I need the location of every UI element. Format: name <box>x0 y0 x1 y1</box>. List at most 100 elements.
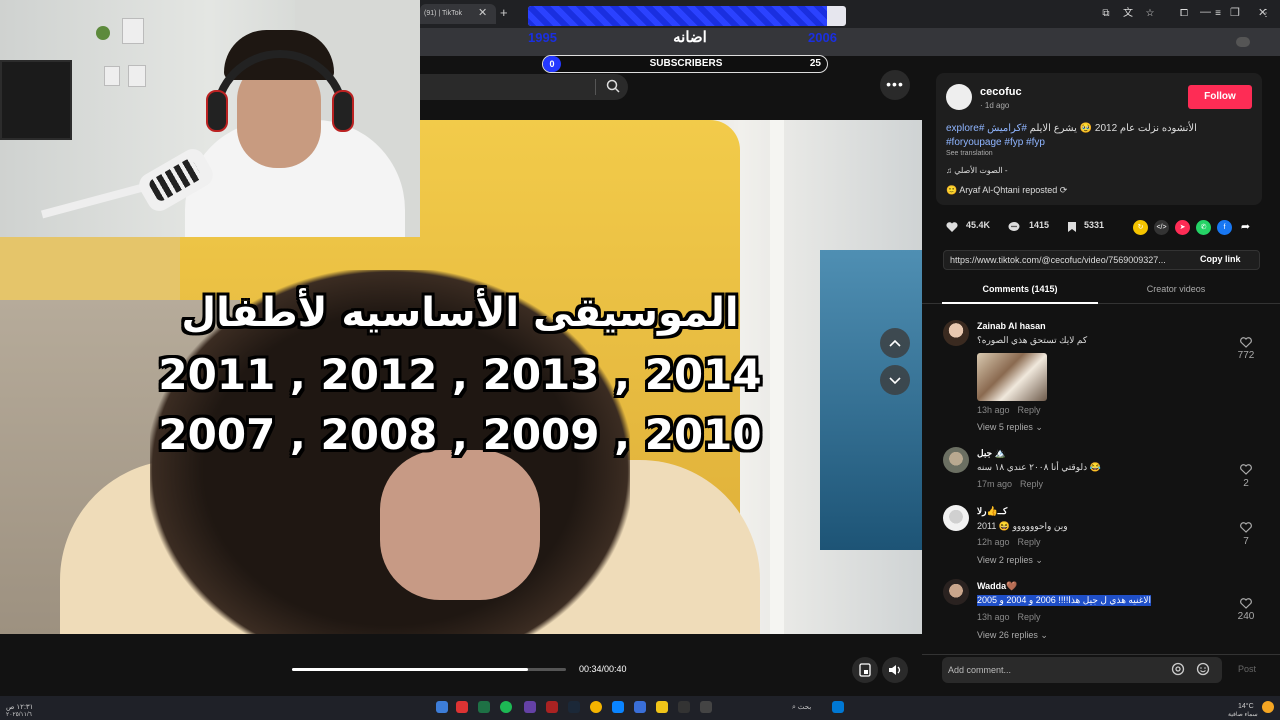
comment-text: الاغنيه هذي ل جيل هذا!!!! 2006 و 2004 و … <box>977 595 1152 606</box>
app-icon[interactable] <box>700 701 712 713</box>
comment-avatar[interactable] <box>943 447 969 473</box>
subscriber-goal: 25 <box>809 58 821 69</box>
webcam-frame <box>122 18 144 44</box>
facebook-icon[interactable]: f <box>1217 220 1232 235</box>
extensions-icon[interactable]: ⧠ <box>1178 8 1190 20</box>
repost-icon: ⟳ <box>1059 185 1068 195</box>
comment-like-count: 772 <box>1237 350 1255 361</box>
view-replies-label: View 26 replies <box>977 630 1038 640</box>
comment-heart-icon[interactable] <box>1240 464 1252 475</box>
saves-count: 5331 <box>1084 220 1105 230</box>
app-icon[interactable] <box>436 701 448 713</box>
reply-button[interactable]: Reply <box>1020 479 1043 489</box>
next-video-button[interactable] <box>880 365 910 395</box>
comment-username[interactable]: Wadda🤎 <box>977 581 1017 592</box>
video-progress-bar[interactable] <box>292 668 566 671</box>
screen: (91) | TikTok ✕ + — ❐ ✕ ⧉ 文 ☆ ⧠ ≡ ⋮ ••• … <box>0 0 1280 720</box>
app-icon[interactable] <box>546 701 558 713</box>
volume-icon <box>889 665 901 675</box>
comment-text: دلوقتي أنا ٢٠٠٨ عندي ١٨ سنه 😂 <box>977 462 1101 472</box>
taskbar-clock[interactable]: ١٢:٣١ ص <box>6 703 33 711</box>
app-icon[interactable] <box>634 701 646 713</box>
picture-in-picture-button[interactable] <box>852 657 878 683</box>
comment-username[interactable]: كــ👍رلا <box>977 506 1007 517</box>
comment-username[interactable]: جبل 🏔️ <box>977 448 1006 459</box>
follow-button[interactable]: Follow <box>1188 85 1252 109</box>
post-comment-button[interactable]: Post <box>1238 664 1256 674</box>
tab-creator-videos[interactable]: Creator videos <box>1098 284 1254 294</box>
app-icon[interactable] <box>678 701 690 713</box>
tab-active-indicator <box>942 302 1098 304</box>
more-options-button[interactable]: ••• <box>880 70 910 100</box>
send-icon[interactable]: ➤ <box>1175 220 1190 235</box>
view-replies[interactable]: View 26 replies ⌄ <box>977 630 1048 641</box>
comment-avatar[interactable] <box>943 320 969 346</box>
embed-icon[interactable]: </> <box>1154 220 1169 235</box>
spotify-icon[interactable] <box>500 701 512 713</box>
video-link[interactable]: https://www.tiktok.com/@cecofuc/video/75… <box>950 255 1188 265</box>
taskbar-date: ٢٠٢٥/١١/٦ <box>6 712 32 718</box>
windows-start-icon[interactable] <box>832 701 844 713</box>
minimize-icon[interactable]: — <box>1200 6 1211 18</box>
comment-avatar[interactable] <box>943 505 969 531</box>
player-controls <box>0 634 922 696</box>
share-arrow-icon[interactable]: ➦ <box>1238 220 1253 235</box>
creator-username[interactable]: cecofuc <box>980 86 1022 98</box>
heart-icon[interactable] <box>946 221 958 233</box>
file-explorer-icon[interactable] <box>656 701 668 713</box>
webcam-frame <box>128 65 146 87</box>
pip-icon <box>859 663 871 677</box>
media-icon[interactable]: ≡ <box>1212 8 1224 20</box>
app-icon[interactable] <box>456 701 468 713</box>
goal-end-label: 2006 <box>808 30 837 45</box>
weather-temp[interactable]: 14°C <box>1238 703 1254 710</box>
edge-icon[interactable] <box>612 701 624 713</box>
repost-share-icon[interactable]: ↻ <box>1133 220 1148 235</box>
search-icon[interactable] <box>606 79 620 93</box>
reply-button[interactable]: Reply <box>1018 612 1041 622</box>
comment-image[interactable] <box>977 353 1047 401</box>
comment-icon[interactable] <box>1008 221 1020 233</box>
comment-heart-icon[interactable] <box>1240 598 1252 609</box>
close-tab-icon[interactable]: ✕ <box>478 6 487 19</box>
comment-like-count: 240 <box>1237 611 1255 622</box>
comment-time: 17m ago <box>977 479 1013 489</box>
view-replies[interactable]: View 2 replies ⌄ <box>977 555 1043 566</box>
volume-button[interactable] <box>882 657 908 683</box>
comment-username[interactable]: Zainab Al hasan <box>977 321 1046 331</box>
excel-icon[interactable] <box>478 701 490 713</box>
view-replies[interactable]: View 5 replies ⌄ <box>977 422 1043 433</box>
comment-heart-icon[interactable] <box>1240 337 1252 348</box>
comment-avatar[interactable] <box>943 579 969 605</box>
comment-meta: 13h ago Reply <box>977 405 1041 415</box>
previous-video-button[interactable] <box>880 328 910 358</box>
mention-icon[interactable] <box>1171 662 1185 676</box>
chrome-icon[interactable] <box>590 701 602 713</box>
bookmark-icon[interactable] <box>1066 221 1078 233</box>
reply-button[interactable]: Reply <box>1018 537 1041 547</box>
steam-icon[interactable] <box>568 701 580 713</box>
weather-icon[interactable] <box>1262 701 1274 713</box>
new-tab-icon[interactable]: + <box>500 5 508 20</box>
emoji-icon[interactable] <box>1196 662 1210 676</box>
taskbar-search[interactable]: ⌕ بحث <box>792 703 811 712</box>
webcam-overlay <box>0 0 420 237</box>
install-app-icon[interactable]: ⧉ <box>1100 8 1112 20</box>
see-translation-link[interactable]: See translation <box>946 150 993 157</box>
copy-link-button[interactable]: Copy link <box>1200 254 1241 264</box>
comment-heart-icon[interactable] <box>1240 522 1252 533</box>
reply-button[interactable]: Reply <box>1018 405 1041 415</box>
whatsapp-icon[interactable]: ✆ <box>1196 220 1211 235</box>
tab-comments[interactable]: Comments (1415) <box>942 284 1098 294</box>
profile-avatar[interactable] <box>1236 37 1250 47</box>
app-icon[interactable] <box>524 701 536 713</box>
subscriber-bar: 0 SUBSCRIBERS 25 <box>542 55 828 73</box>
menu-icon[interactable]: ⋮ <box>1260 8 1272 20</box>
restore-icon[interactable]: ❐ <box>1230 6 1240 19</box>
post-sound[interactable]: ♫ الصوت الأصلي - <box>946 166 1008 175</box>
creator-avatar[interactable] <box>946 84 972 110</box>
bookmark-star-icon[interactable]: ☆ <box>1144 8 1156 20</box>
search-box[interactable] <box>420 74 628 100</box>
translate-icon[interactable]: 文 <box>1122 8 1134 20</box>
post-age: · 1d ago <box>980 101 1010 110</box>
